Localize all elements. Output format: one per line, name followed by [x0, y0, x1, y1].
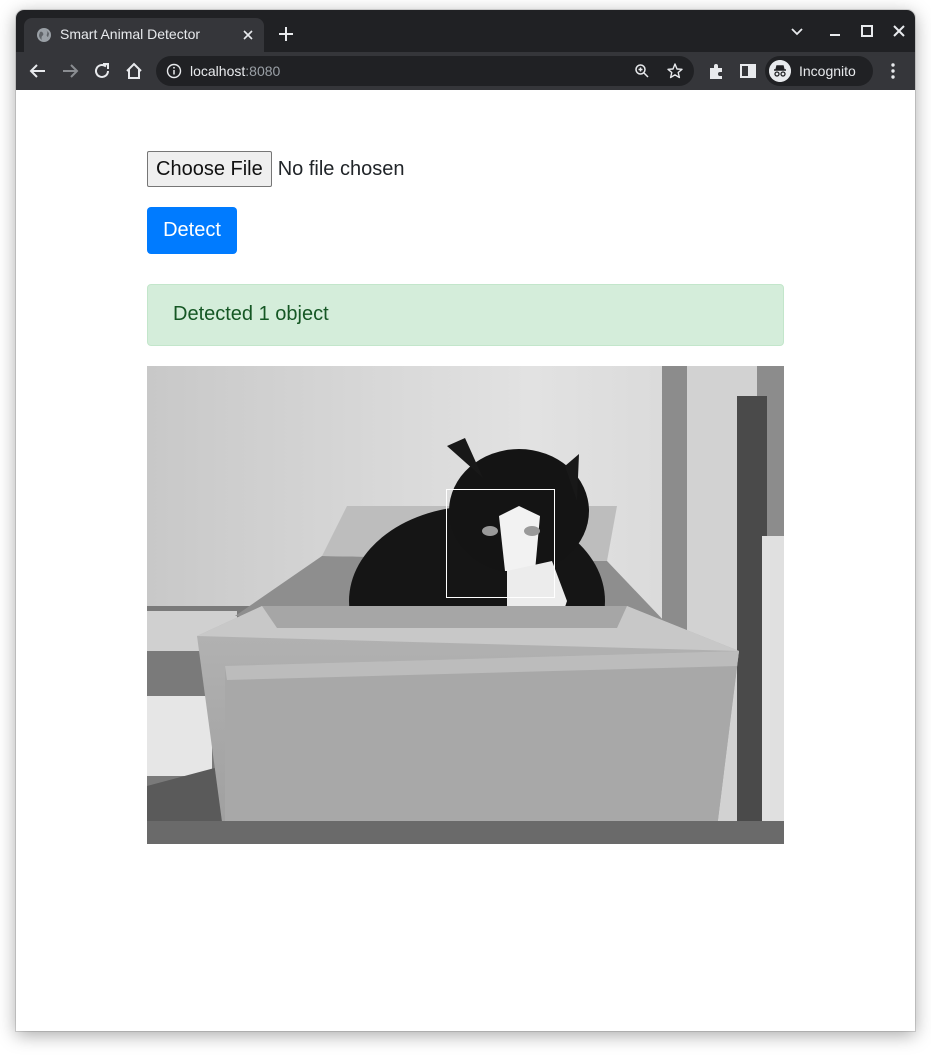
- zoom-icon[interactable]: [634, 63, 650, 79]
- star-icon[interactable]: [666, 62, 684, 80]
- success-alert: Detected 1 object: [147, 284, 784, 346]
- home-icon[interactable]: [123, 60, 145, 82]
- detect-button[interactable]: Detect: [147, 207, 237, 254]
- side-panel-icon[interactable]: [737, 60, 759, 82]
- info-icon[interactable]: [166, 63, 182, 79]
- forward-arrow-icon[interactable]: [59, 60, 81, 82]
- alert-text: Detected 1 object: [173, 303, 329, 325]
- incognito-icon: [769, 60, 791, 82]
- chevron-down-icon[interactable]: [788, 22, 806, 40]
- url-text[interactable]: localhost:8080: [190, 63, 280, 79]
- choose-file-button[interactable]: Choose File: [147, 151, 272, 187]
- back-arrow-icon[interactable]: [27, 60, 49, 82]
- incognito-label: Incognito: [799, 63, 856, 79]
- url-port: :8080: [245, 63, 281, 79]
- cat-in-box-photo: [147, 366, 784, 844]
- address-bar[interactable]: localhost:8080: [156, 56, 694, 86]
- tab-strip: Smart Animal Detector: [16, 10, 915, 52]
- detection-bounding-box: [446, 489, 555, 598]
- plus-icon[interactable]: [276, 24, 296, 44]
- page-content: Choose File No file chosen Detect Detect…: [16, 90, 915, 1031]
- maximize-icon[interactable]: [858, 22, 876, 40]
- reload-icon[interactable]: [91, 60, 113, 82]
- extensions-puzzle-icon[interactable]: [705, 60, 727, 82]
- tab-active[interactable]: Smart Animal Detector: [24, 18, 264, 52]
- detection-result-image: [147, 366, 784, 844]
- tab-title: Smart Animal Detector: [60, 26, 201, 42]
- browser-window: Smart Animal Detector localhost:8080 Inc…: [16, 10, 915, 1031]
- incognito-indicator[interactable]: Incognito: [765, 56, 873, 86]
- more-vertical-icon[interactable]: [882, 60, 904, 82]
- file-status-text: No file chosen: [277, 157, 405, 180]
- file-input[interactable]: Choose File No file chosen: [147, 151, 404, 187]
- close-icon[interactable]: [240, 27, 256, 43]
- url-host: localhost: [190, 63, 246, 79]
- globe-icon: [37, 28, 51, 42]
- toolbar: localhost:8080 Incognito: [16, 52, 915, 90]
- minimize-icon[interactable]: [826, 22, 844, 40]
- window-close-icon[interactable]: [890, 22, 908, 40]
